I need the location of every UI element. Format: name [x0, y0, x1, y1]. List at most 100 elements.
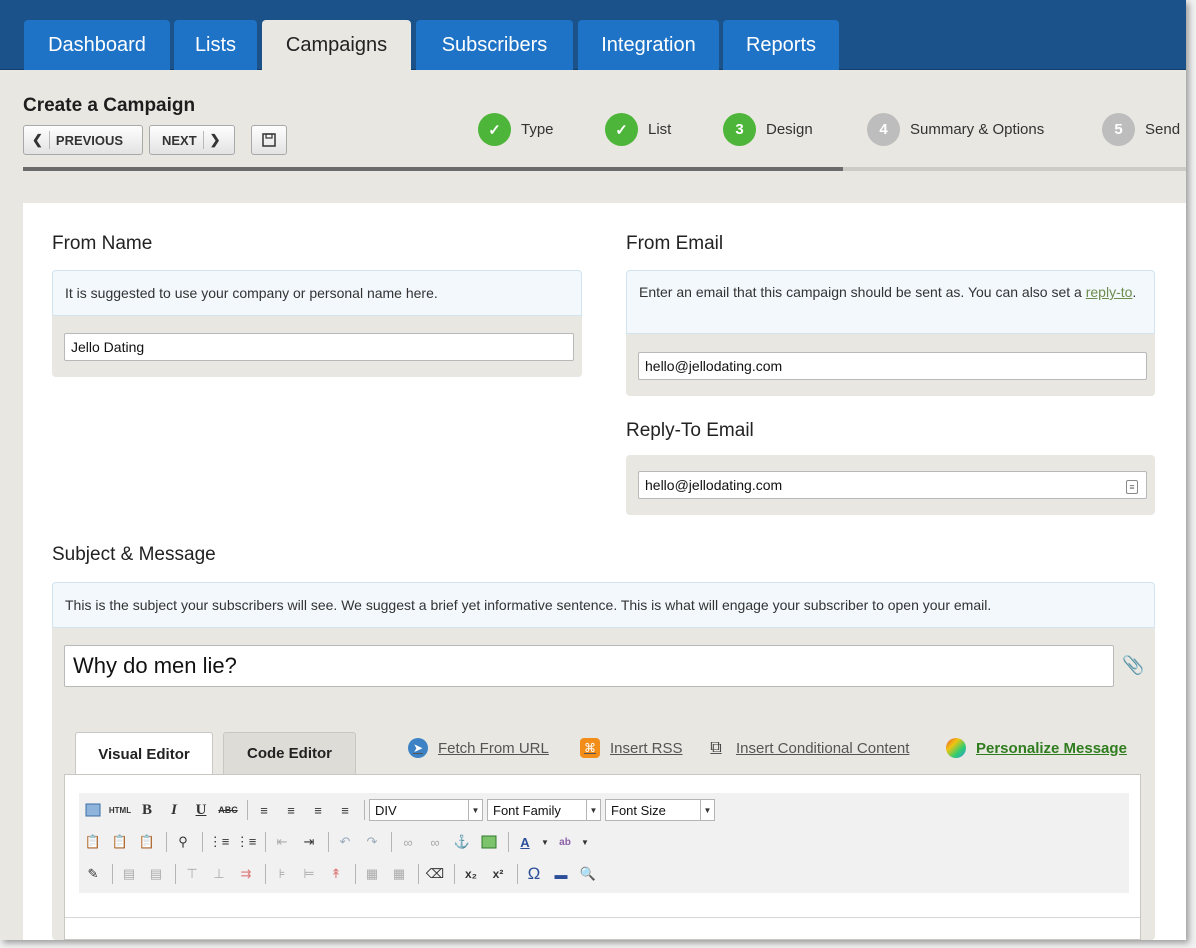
contact-card-icon[interactable]: ≡ [1126, 480, 1138, 494]
palette-icon [946, 738, 966, 758]
tab-subscribers[interactable]: Subscribers [416, 20, 573, 70]
bold-icon[interactable]: B [135, 799, 159, 821]
strikethrough-icon[interactable]: ABC [216, 799, 240, 821]
previous-label: PREVIOUS [55, 132, 124, 148]
special-char-icon[interactable]: Ω [522, 863, 546, 885]
from-name-input[interactable]: Jello Dating [64, 333, 574, 361]
toolbar-row-2: 📋 📋 📋 ⚲ ⋮≡ ⋮≡ ⇤ ⇥ ↶ ↷ ∞ ∞ ⚓ A ▼ ab ▼ [81, 829, 593, 855]
cell-props-icon[interactable]: ▤ [144, 863, 168, 885]
align-center-icon[interactable]: ≡ [279, 799, 303, 821]
from-name-hint: It is suggested to use your company or p… [52, 270, 582, 316]
editor-toolbar: HTML B I U ABC ≡ ≡ ≡ ≡ DIV ▼ Font Family ▼… [79, 793, 1129, 893]
chevron-down-icon: ▼ [586, 800, 600, 820]
text-color-icon[interactable]: A [513, 831, 537, 853]
step-type: ✓ Type [478, 113, 554, 146]
chevron-down-icon[interactable]: ▼ [540, 831, 550, 853]
insert-row-after-icon[interactable]: ⊥ [207, 863, 231, 885]
save-draft-button[interactable] [251, 125, 287, 155]
format-select[interactable]: DIV ▼ [369, 799, 483, 821]
delete-row-icon[interactable]: ⇉ [234, 863, 258, 885]
paste-icon[interactable]: 📋 [81, 831, 105, 853]
step-summary: 4 Summary & Options [867, 113, 1044, 146]
numbered-list-icon[interactable]: ⋮≡ [234, 831, 258, 853]
tab-lists[interactable]: Lists [174, 20, 257, 70]
toolbar-separator [355, 864, 356, 884]
redo-icon[interactable]: ↷ [360, 831, 384, 853]
superscript-icon[interactable]: x² [486, 863, 510, 885]
insert-col-before-icon[interactable]: ⊧ [270, 863, 294, 885]
row-props-icon[interactable]: ▤ [117, 863, 141, 885]
align-left-icon[interactable]: ≡ [252, 799, 276, 821]
chevron-down-icon: ▼ [468, 800, 482, 820]
link-icon[interactable]: ∞ [396, 831, 420, 853]
page-title: Create a Campaign [23, 95, 196, 116]
from-email-input[interactable]: hello@jellodating.com [638, 352, 1147, 380]
previous-button[interactable]: ❮ PREVIOUS [23, 125, 143, 155]
fullscreen-icon[interactable] [81, 799, 105, 821]
toolbar-separator [175, 864, 176, 884]
from-email-hint-end: . [1132, 284, 1137, 300]
tab-dashboard[interactable]: Dashboard [24, 20, 170, 70]
underline-icon[interactable]: U [189, 799, 213, 821]
edit-css-icon[interactable]: ✎ [81, 863, 105, 885]
indent-icon[interactable]: ⇥ [297, 831, 321, 853]
unlink-icon[interactable]: ∞ [423, 831, 447, 853]
font-size-select-value: Font Size [611, 802, 666, 818]
personalize-message-link[interactable]: Personalize Message [946, 738, 1127, 758]
next-button[interactable]: NEXT ❯ [149, 125, 235, 155]
toolbar-separator [418, 864, 419, 884]
reply-to-input[interactable]: hello@jellodating.com ≡ [638, 471, 1147, 499]
align-justify-icon[interactable]: ≡ [333, 799, 357, 821]
tab-code-editor[interactable]: Code Editor [223, 732, 356, 774]
insert-col-after-icon[interactable]: ⊨ [297, 863, 321, 885]
step-label: Design [766, 121, 813, 138]
anchor-icon[interactable]: ⚓ [450, 831, 474, 853]
tab-campaigns[interactable]: Campaigns [262, 20, 411, 71]
toolbar-separator [265, 864, 266, 884]
preview-icon[interactable]: 🔍 [576, 863, 600, 885]
step-label: Send [1145, 121, 1181, 138]
tab-reports[interactable]: Reports [723, 20, 839, 70]
fetch-from-url-link[interactable]: ➤ Fetch From URL [408, 738, 549, 758]
tab-visual-editor[interactable]: Visual Editor [75, 732, 213, 775]
merge-cells-icon[interactable]: ▦ [387, 863, 411, 885]
insert-conditional-link[interactable]: ⧉ Insert Conditional Content [706, 738, 909, 758]
from-name-label: From Name [52, 233, 153, 254]
font-size-select[interactable]: Font Size ▼ [605, 799, 715, 821]
font-family-select[interactable]: Font Family ▼ [487, 799, 601, 821]
step-number: 4 [867, 113, 900, 146]
insert-rss-link[interactable]: ⌘ Insert RSS [580, 738, 683, 758]
chevron-down-icon[interactable]: ▼ [580, 831, 590, 853]
italic-icon[interactable]: I [162, 799, 186, 821]
paste-word-icon[interactable]: 📋 [135, 831, 159, 853]
outdent-icon[interactable]: ⇤ [270, 831, 294, 853]
align-right-icon[interactable]: ≡ [306, 799, 330, 821]
horizontal-rule-icon[interactable]: ▬ [549, 863, 573, 885]
subscript-icon[interactable]: x₂ [459, 863, 483, 885]
check-icon: ✓ [605, 113, 638, 146]
toolbar-separator [364, 800, 365, 820]
reply-to-link[interactable]: reply-to [1086, 284, 1133, 300]
bullet-list-icon[interactable]: ⋮≡ [207, 831, 231, 853]
undo-icon[interactable]: ↶ [333, 831, 357, 853]
split-cells-icon[interactable]: ▦ [360, 863, 384, 885]
paperclip-icon[interactable]: 📎 [1122, 655, 1144, 676]
fetch-from-url-label: Fetch From URL [438, 739, 549, 757]
find-icon[interactable]: ⚲ [171, 831, 195, 853]
toolbar-separator [391, 832, 392, 852]
highlight-color-icon[interactable]: ab [553, 831, 577, 853]
save-icon [262, 133, 276, 147]
eraser-icon[interactable]: ⌫ [423, 863, 447, 885]
image-icon[interactable] [477, 831, 501, 853]
toolbar-separator [508, 832, 509, 852]
puzzle-icon: ⧉ [710, 739, 722, 756]
app-window: Dashboard Lists Campaigns Subscribers In… [0, 0, 1186, 940]
html-icon[interactable]: HTML [108, 799, 132, 821]
paste-text-icon[interactable]: 📋 [108, 831, 132, 853]
subject-input[interactable]: Why do men lie? [64, 645, 1114, 687]
toolbar-separator [517, 864, 518, 884]
reply-to-box: hello@jellodating.com ≡ [626, 455, 1155, 515]
delete-col-icon[interactable]: ↟ [324, 863, 348, 885]
tab-integration[interactable]: Integration [578, 20, 719, 70]
insert-row-before-icon[interactable]: ⊤ [180, 863, 204, 885]
